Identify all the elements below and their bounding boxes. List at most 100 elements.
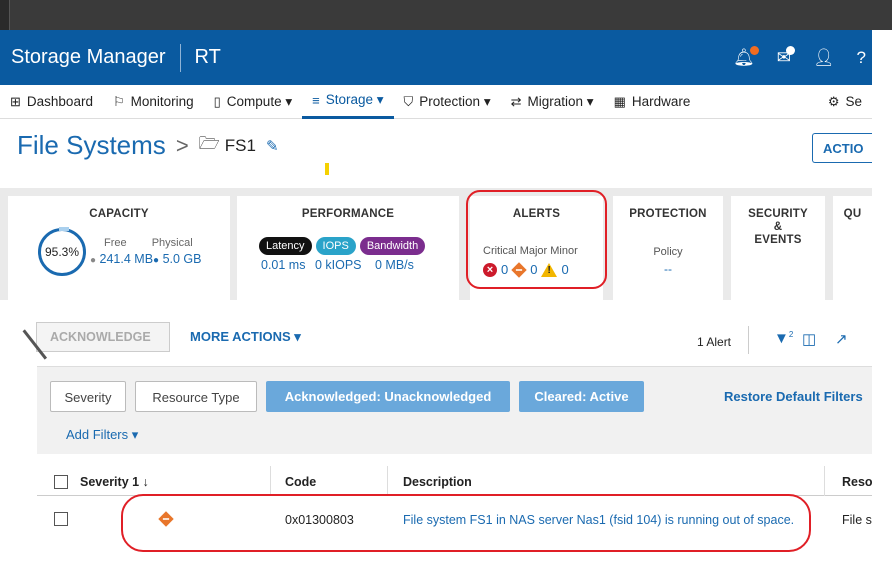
gauge-free-arc [59, 227, 69, 231]
page-title: File Systems [17, 130, 166, 160]
user-icon[interactable]: 👤︎ [813, 48, 835, 68]
breadcrumb-separator: > [175, 132, 189, 158]
column-description[interactable]: Description [403, 475, 472, 489]
hardware-icon: ▦ [613, 93, 626, 109]
more-actions-button[interactable]: MORE ACTIONS ▾ [190, 329, 301, 345]
column-divider [270, 466, 271, 496]
nav-hardware[interactable]: ▦ Hardware [604, 85, 701, 119]
severity-filter-chip[interactable]: Severity [50, 381, 126, 412]
edit-pencil-icon[interactable]: ✎ [266, 137, 279, 155]
quotas-title: QU [843, 208, 862, 220]
minor-label: Minor [550, 245, 578, 257]
filter-icon[interactable]: ▼2 [774, 330, 793, 347]
nav-storage[interactable]: ≡ Storage ▾ [302, 85, 394, 119]
export-icon[interactable]: ↗ [835, 330, 848, 348]
select-all-checkbox[interactable] [54, 474, 68, 489]
help-icon[interactable]: ? [857, 48, 866, 68]
major-count[interactable]: 0 [530, 262, 537, 277]
app-brand: Storage Manager [11, 46, 166, 68]
major-label: Major [519, 245, 548, 257]
nav-migration[interactable]: ⇄ Migration ▾ [501, 85, 604, 119]
folder-icon: 🗁︎ [198, 134, 220, 153]
nav-label: Dashboard [26, 94, 93, 109]
columns-icon[interactable]: ◫ [802, 330, 816, 348]
cleared-filter-chip[interactable]: Cleared: Active [519, 381, 644, 412]
physical-dot-icon: ● [153, 255, 160, 266]
settings-icon: ⚙ [827, 93, 840, 109]
actions-button[interactable]: ACTIO [812, 133, 872, 163]
nav-label: Compute ▾ [226, 93, 293, 109]
major-diamond [158, 511, 174, 527]
toolbar-divider [748, 326, 749, 354]
performance-card[interactable]: PERFORMANCE Latency IOPS Bandwidth 0.01 … [237, 196, 459, 300]
page-header: File Systems > 🗁︎ FS1 ✎ [17, 130, 279, 161]
policy-value: -- [664, 262, 672, 276]
breadcrumb: 🗁︎ FS1 [199, 131, 256, 160]
row-description-link[interactable]: File system FS1 in NAS server Nas1 (fsid… [403, 513, 794, 527]
alerts-card[interactable]: ALERTS Critical Major Minor × 0 0 ! 0 [470, 196, 603, 308]
bandwidth-pill: Bandwidth [359, 237, 426, 255]
critical-label: Critical [483, 245, 517, 257]
performance-title: PERFORMANCE [301, 208, 395, 220]
capacity-gauge: 95.3% [38, 227, 86, 276]
latency-pill: Latency [259, 237, 312, 255]
column-divider [824, 466, 825, 496]
physical-label: Physical [151, 237, 193, 249]
nav-protection[interactable]: ⛉ Protection ▾ [394, 85, 501, 119]
redaction-block [190, 542, 245, 560]
performance-values: 0.01 ms 0 kIOPS 0 MB/s [261, 258, 414, 272]
row-checkbox[interactable] [54, 511, 68, 526]
critical-count[interactable]: 0 [501, 262, 508, 277]
table-row[interactable]: 0x01300803 File system FS1 in NAS server… [37, 497, 872, 539]
messages-icon[interactable]: ✉︎ [777, 45, 795, 68]
security-events-title: SECURITY & EVENTS [731, 208, 825, 247]
free-label: Free [104, 237, 127, 249]
app-header: Storage Manager RT 🔔︎ ✉︎ 👤︎ ? [0, 30, 872, 85]
nav-label: Monitoring [130, 94, 194, 109]
nav-dashboard[interactable]: ⊞ Dashboard [0, 85, 103, 119]
restore-default-filters-link[interactable]: Restore Default Filters [724, 389, 863, 404]
nav-compute[interactable]: ▯ Compute ▾ [204, 85, 302, 119]
critical-severity-icon: × [483, 262, 497, 277]
storage-icon: ≡ [312, 92, 320, 108]
alerts-labels: Critical Major Minor [483, 245, 578, 257]
alerts-table-header: Severity 1 ↓ Code Description Reso [37, 466, 873, 496]
column-severity[interactable]: Severity 1 ↓ [80, 475, 149, 489]
resource-type-filter-chip[interactable]: Resource Type [135, 381, 257, 412]
column-resource[interactable]: Reso [842, 475, 873, 489]
column-code[interactable]: Code [285, 475, 316, 489]
add-filters-button[interactable]: Add Filters ▾ [66, 427, 138, 443]
dashboard-icon: ⊞ [10, 93, 21, 109]
capacity-labels: Free Physical [104, 237, 193, 249]
performance-pills: Latency IOPS Bandwidth [259, 237, 426, 255]
physical-value: 5.0 GB [162, 252, 202, 266]
nav-settings[interactable]: ⚙ Se [818, 85, 872, 119]
nav-monitoring[interactable]: ⚐ Monitoring [103, 85, 204, 119]
latency-value: 0.01 ms [261, 258, 306, 272]
security-events-card[interactable]: SECURITY & EVENTS [731, 196, 825, 300]
row-code: 0x01300803 [285, 513, 354, 527]
bandwidth-value: 0 MB/s [374, 258, 414, 272]
summary-cards: CAPACITY 95.3% Free Physical ● 241.4 MB●… [0, 188, 872, 308]
capacity-percent: 95.3% [44, 245, 80, 259]
alert-count: 1 Alert [697, 335, 732, 349]
acknowledged-filter-chip[interactable]: Acknowledged: Unacknowledged [266, 381, 510, 412]
shield-icon: ⛉ [403, 93, 414, 109]
alerts-bell-icon[interactable]: 🔔︎ [733, 45, 759, 68]
protection-title: PROTECTION [629, 208, 707, 220]
major-severity-icon [511, 261, 527, 278]
window-top-strip [0, 0, 892, 30]
capacity-card[interactable]: CAPACITY 95.3% Free Physical ● 241.4 MB●… [8, 196, 230, 300]
flag-icon: ⚐ [112, 93, 125, 109]
policy-label: Policy [653, 246, 683, 258]
protection-card[interactable]: PROTECTION Policy -- [613, 196, 723, 300]
iops-pill: IOPS [315, 237, 356, 255]
column-divider [387, 466, 388, 496]
nav-label: Hardware [631, 94, 691, 109]
migration-icon: ⇄ [510, 93, 522, 109]
minor-count[interactable]: 0 [561, 262, 568, 277]
iops-value: 0 kIOPS [314, 258, 362, 272]
quotas-card[interactable]: QU [833, 196, 872, 300]
free-value: 241.4 MB [99, 252, 154, 266]
free-dot-icon: ● [90, 255, 97, 266]
